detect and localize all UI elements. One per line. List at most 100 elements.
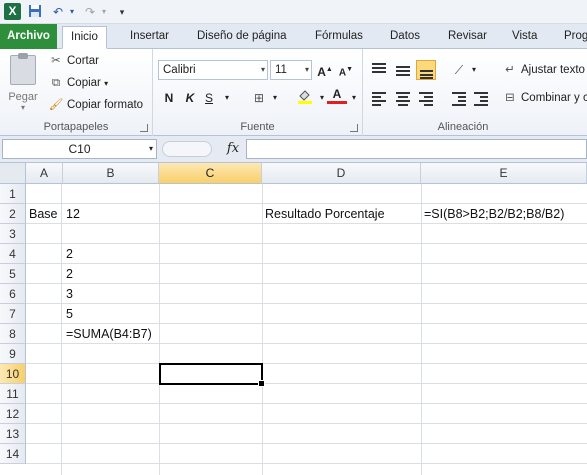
formula-bar-expander[interactable] <box>162 141 212 157</box>
cell-b2[interactable]: 12 <box>63 204 80 224</box>
ribbon: Pegar ▾ ✂ Cortar ⧉ Copiar ▾ 🖌 Copiar format… <box>0 49 587 136</box>
excel-app-icon[interactable]: X <box>4 3 21 20</box>
quick-access-toolbar: X ↶ ▾ ↷ ▾ ▾ <box>0 0 587 24</box>
orientation-dropdown-icon[interactable]: ▾ <box>464 60 484 80</box>
decrease-indent-icon[interactable] <box>449 88 469 108</box>
tab-formulas[interactable]: Fórmulas <box>307 26 371 49</box>
merge-label: Combinar y c <box>521 92 587 104</box>
font-name-value: Calibri <box>163 64 196 76</box>
wrap-text-icon: ↵ <box>505 64 515 76</box>
row-header-13[interactable]: 13 <box>0 424 26 444</box>
font-size-dropdown-icon: ▾ <box>304 65 309 74</box>
align-bottom-icon[interactable] <box>416 60 436 80</box>
tab-programador[interactable]: Prog <box>556 26 587 49</box>
copy-button[interactable]: ⧉ Copiar ▾ <box>48 74 108 92</box>
column-header-a[interactable]: A <box>26 163 63 184</box>
cell-b4[interactable]: 2 <box>63 244 73 264</box>
paste-label: Pegar <box>8 91 38 103</box>
wrap-text-button[interactable]: ↵ Ajustar texto <box>502 61 585 79</box>
row-header-11[interactable]: 11 <box>0 384 26 404</box>
font-group: Calibri ▾ 11 ▾ A▲ A▼ N K S ▾ ⊞ ▾ ▾ A ▾ F… <box>153 49 363 136</box>
paste-button[interactable]: Pegar ▾ <box>6 53 40 115</box>
tab-diseno-de-pagina[interactable]: Diseño de página <box>189 26 295 49</box>
clipboard-group-label: Portapapeles <box>43 121 109 133</box>
copy-icon: ⧉ <box>51 77 61 89</box>
row-header-5[interactable]: 5 <box>0 264 26 284</box>
alignment-group: ⟋ ▾ ↵ Ajustar texto ⊟ Combinar y c Alineac… <box>363 49 587 136</box>
underline-button[interactable]: S <box>199 88 219 108</box>
row-header-14[interactable]: 14 <box>0 444 26 464</box>
borders-dropdown-icon[interactable]: ▾ <box>265 88 285 108</box>
align-top-icon[interactable] <box>369 60 389 80</box>
save-icon[interactable] <box>27 4 43 20</box>
select-all-corner[interactable] <box>0 163 26 184</box>
align-right-icon[interactable] <box>416 88 436 108</box>
font-size-select[interactable]: 11 ▾ <box>270 60 312 80</box>
row-header-9[interactable]: 9 <box>0 344 26 364</box>
cell-d2[interactable]: Resultado Porcentaje <box>262 204 385 224</box>
font-size-value: 11 <box>275 64 287 76</box>
tab-datos[interactable]: Datos <box>382 26 428 49</box>
tab-revisar[interactable]: Revisar <box>440 26 495 49</box>
tab-archivo[interactable]: Archivo <box>0 24 57 49</box>
format-painter-button[interactable]: 🖌 Copiar formato <box>48 96 143 114</box>
row-header-12[interactable]: 12 <box>0 404 26 424</box>
customize-qat-icon[interactable]: ▾ <box>114 4 130 20</box>
copy-dropdown-icon: ▾ <box>104 79 109 88</box>
tab-insertar[interactable]: Insertar <box>122 26 177 49</box>
formula-bar: C10 ▾ fx <box>0 136 587 163</box>
italic-button[interactable]: K <box>180 88 200 108</box>
column-header-c[interactable]: C <box>159 163 262 184</box>
clipboard-icon <box>10 53 36 85</box>
cell-e2[interactable]: =SI(B8>B2;B2/B2;B8/B2) <box>421 204 564 224</box>
column-header-b[interactable]: B <box>63 163 159 184</box>
row-header-8[interactable]: 8 <box>0 324 26 344</box>
cell-b6[interactable]: 3 <box>63 284 73 304</box>
column-header-d[interactable]: D <box>262 163 421 184</box>
row-header-7[interactable]: 7 <box>0 304 26 324</box>
row-header-4[interactable]: 4 <box>0 244 26 264</box>
active-cell-c10[interactable] <box>159 363 265 387</box>
clipboard-group: Pegar ▾ ✂ Cortar ⧉ Copiar ▾ 🖌 Copiar format… <box>0 49 153 136</box>
increase-indent-icon[interactable] <box>471 88 491 108</box>
font-group-label: Fuente <box>240 121 275 133</box>
row-header-6[interactable]: 6 <box>0 284 26 304</box>
bold-button[interactable]: N <box>159 88 179 108</box>
row-header-10[interactable]: 10 <box>0 364 26 384</box>
name-box[interactable]: C10 ▾ <box>2 139 157 159</box>
font-name-dropdown-icon: ▾ <box>260 65 265 74</box>
font-color-dropdown-icon[interactable]: ▾ <box>344 88 364 108</box>
row-header-1[interactable]: 1 <box>0 184 26 204</box>
align-left-icon[interactable] <box>369 88 389 108</box>
alignment-group-label: Alineación <box>437 121 489 133</box>
tab-vista[interactable]: Vista <box>504 26 545 49</box>
merge-center-button[interactable]: ⊟ Combinar y c <box>502 89 587 107</box>
cell-b5[interactable]: 2 <box>63 264 73 284</box>
grid-line <box>159 184 160 475</box>
paintbrush-icon: 🖌 <box>48 99 64 111</box>
undo-dropdown-icon[interactable]: ▾ <box>64 4 80 20</box>
clipboard-launcher-icon[interactable] <box>140 124 148 132</box>
scissors-icon: ✂ <box>51 55 61 67</box>
cut-button[interactable]: ✂ Cortar <box>48 52 99 70</box>
underline-dropdown-icon[interactable]: ▾ <box>217 88 237 108</box>
formula-input[interactable] <box>246 139 587 159</box>
font-name-select[interactable]: Calibri ▾ <box>158 60 268 80</box>
format-painter-label: Copiar formato <box>67 99 144 111</box>
column-header-e[interactable]: E <box>421 163 587 184</box>
grow-font-button[interactable]: A▲ <box>315 60 335 80</box>
cell-b8[interactable]: =SUMA(B4:B7) <box>63 324 152 344</box>
cell-b7[interactable]: 5 <box>63 304 73 324</box>
name-box-dropdown-icon: ▾ <box>148 144 153 153</box>
cell-a2[interactable]: Base <box>26 204 58 224</box>
align-middle-icon[interactable] <box>393 60 413 80</box>
row-header-2[interactable]: 2 <box>0 204 26 224</box>
tab-inicio[interactable]: Inicio <box>62 26 107 49</box>
merge-icon: ⊟ <box>505 92 515 104</box>
align-center-icon[interactable] <box>393 88 413 108</box>
insert-function-icon[interactable]: fx <box>222 139 244 159</box>
shrink-font-button[interactable]: A▼ <box>336 60 356 80</box>
redo-dropdown-icon[interactable]: ▾ <box>96 4 112 20</box>
row-header-3[interactable]: 3 <box>0 224 26 244</box>
worksheet-grid[interactable]: A B C D E 1 2 3 4 5 6 7 8 9 10 11 12 13 … <box>0 163 587 475</box>
